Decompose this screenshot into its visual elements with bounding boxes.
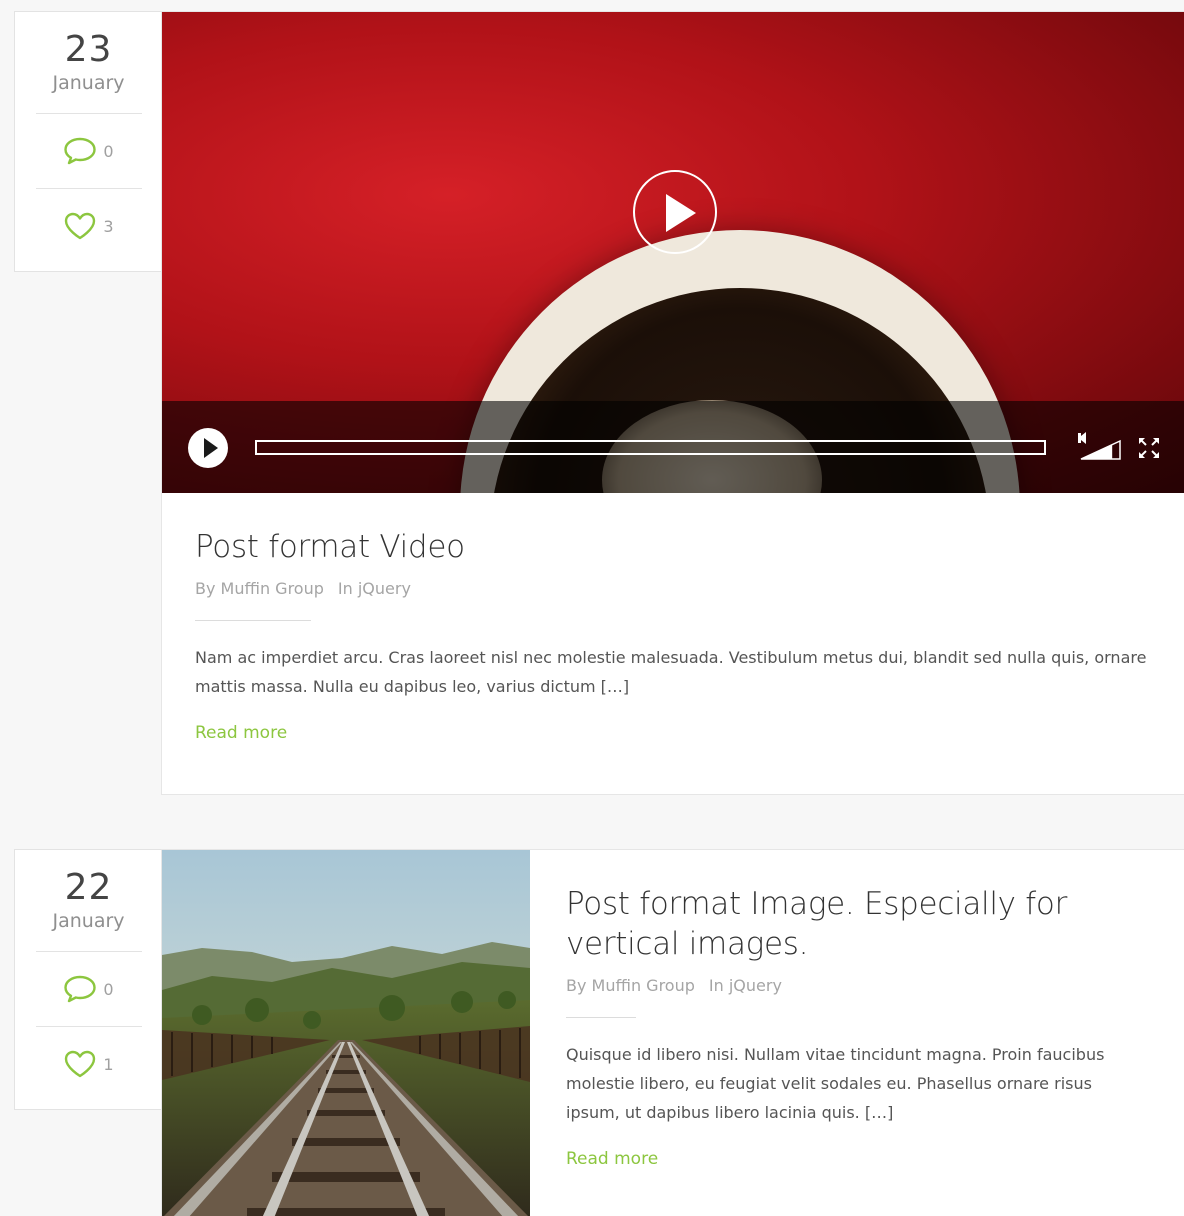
video-progress-bar[interactable] (255, 440, 1046, 455)
post-day: 22 (64, 867, 113, 908)
title-underline (566, 1017, 636, 1018)
read-more-link[interactable]: Read more (566, 1149, 658, 1169)
comments-count: 0 (103, 141, 114, 161)
like-button[interactable]: 1 (15, 1027, 162, 1101)
title-underline (195, 620, 311, 621)
post-author-link[interactable]: By Muffin Group (195, 579, 324, 598)
post-title[interactable]: Post format Image. Especially for vertic… (566, 884, 1106, 964)
post-date-meta-2: 22 January 0 1 (14, 849, 162, 1110)
heart-icon (63, 1049, 97, 1079)
post-day: 23 (64, 29, 113, 70)
play-icon[interactable] (633, 170, 717, 254)
likes-count: 1 (103, 1054, 114, 1074)
post-featured-image[interactable] (162, 850, 530, 1216)
post-card-image: Post format Image. Especially for vertic… (161, 849, 1184, 1216)
comment-bubble-icon (63, 974, 97, 1004)
video-player[interactable] (162, 12, 1184, 493)
post-month: January (52, 72, 125, 94)
heart-icon (63, 211, 97, 241)
read-more-link[interactable]: Read more (195, 723, 287, 743)
comments-count: 0 (103, 979, 114, 999)
post-excerpt: Quisque id libero nisi. Nullam vitae tin… (566, 1045, 1105, 1122)
post-title[interactable]: Post format Video (195, 527, 1151, 567)
comments-count-link[interactable]: 0 (15, 114, 162, 188)
like-button[interactable]: 3 (15, 189, 162, 263)
post-category-link[interactable]: In jQuery (709, 976, 782, 995)
likes-count: 3 (103, 216, 114, 236)
post-content: Post format Image. Especially for vertic… (566, 884, 1166, 1169)
post-content: Post format Video By Muffin Group In jQue… (162, 493, 1184, 743)
post-date-meta-1: 23 January 0 3 (14, 11, 162, 272)
fullscreen-icon[interactable] (1137, 436, 1161, 460)
post-month: January (52, 910, 125, 932)
comments-count-link[interactable]: 0 (15, 952, 162, 1026)
play-button[interactable] (188, 428, 228, 468)
post-excerpt: Nam ac imperdiet arcu. Cras laoreet nisl… (195, 648, 1147, 696)
post-card-video: Post format Video By Muffin Group In jQue… (161, 11, 1184, 795)
post-category-link[interactable]: In jQuery (338, 579, 411, 598)
comment-bubble-icon (63, 136, 97, 166)
post-byline: By Muffin Group In jQuery (566, 976, 1166, 995)
volume-icon[interactable] (1078, 431, 1124, 461)
post-author-link[interactable]: By Muffin Group (566, 976, 695, 995)
video-controls-bar (162, 401, 1184, 493)
post-byline: By Muffin Group In jQuery (195, 579, 1151, 598)
